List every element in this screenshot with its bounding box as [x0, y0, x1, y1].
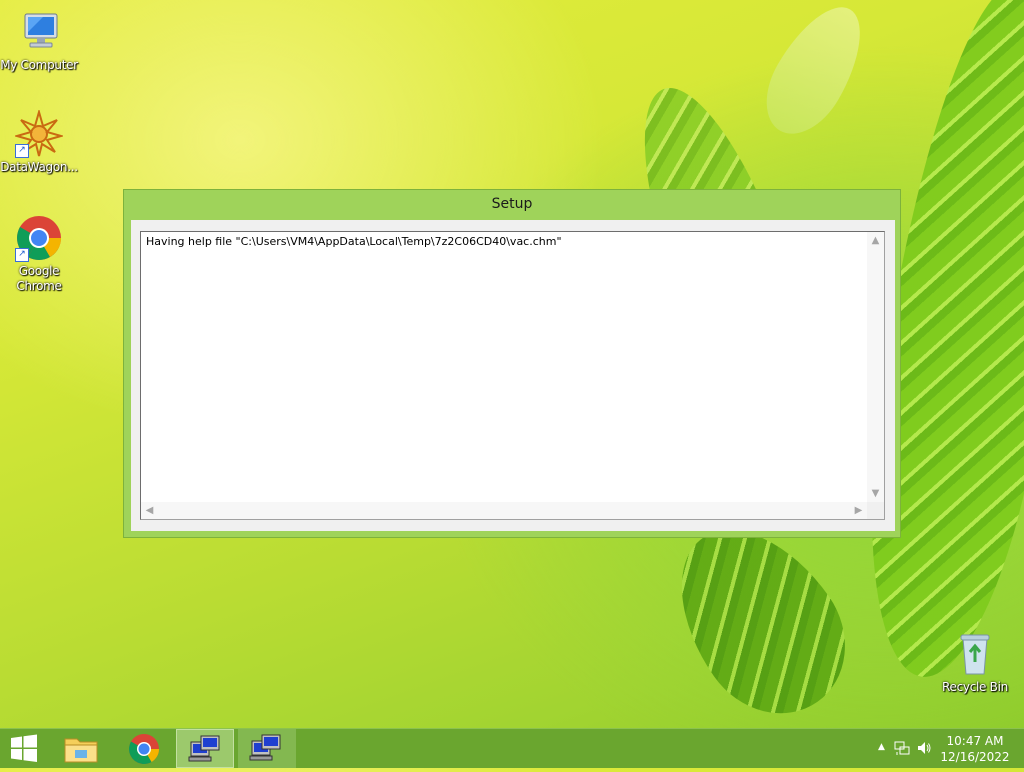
desktop-icon-recycle-bin[interactable]: Recycle Bin [936, 630, 1014, 695]
scroll-down-icon[interactable]: ▼ [867, 485, 884, 502]
taskbar-setup-app-1[interactable] [176, 729, 234, 768]
desktop-icon-label: Recycle Bin [942, 680, 1008, 694]
network-icon[interactable] [894, 740, 910, 756]
setup-window: Setup Having help file "C:\Users\VM4\App… [123, 189, 901, 538]
desktop-icon-label: DataWagon... [0, 160, 78, 174]
setup-log-textbox[interactable]: Having help file "C:\Users\VM4\AppData\L… [140, 231, 885, 520]
clock-time: 10:47 AM [946, 734, 1004, 748]
scrollbar-corner [867, 502, 884, 519]
taskbar-setup-app-2[interactable] [238, 729, 296, 768]
scroll-right-icon[interactable]: ▶ [850, 502, 867, 519]
window-content: Having help file "C:\Users\VM4\AppData\L… [131, 220, 895, 531]
desktop-icon-label: Google Chrome [16, 264, 62, 293]
taskbar-file-explorer[interactable] [57, 729, 105, 768]
vertical-scrollbar[interactable]: ▲ ▼ [867, 232, 884, 502]
desktop-icon-label: My Computer [0, 58, 78, 72]
scroll-left-icon[interactable]: ◀ [141, 502, 158, 519]
shortcut-arrow-icon: ↗ [15, 248, 29, 262]
recycle-bin-icon [951, 630, 999, 678]
volume-icon[interactable] [916, 740, 932, 756]
windows-logo-icon [11, 734, 37, 762]
desktop-icon-my-computer[interactable]: My Computer [0, 8, 78, 73]
log-line: Having help file "C:\Users\VM4\AppData\L… [146, 235, 562, 248]
computer-icon [15, 8, 63, 56]
clock-date: 12/16/2022 [940, 750, 1010, 764]
scroll-up-icon[interactable]: ▲ [867, 232, 884, 249]
chrome-icon [128, 734, 159, 765]
datawagon-icon: ↗ [13, 108, 65, 158]
window-title: Setup [491, 196, 533, 212]
system-tray: ▲ 10:47 AM 12/16/2022 [864, 729, 1024, 768]
horizontal-scrollbar[interactable]: ◀ ▶ [141, 502, 867, 519]
setup-computer-icon [188, 735, 220, 762]
taskbar-clock[interactable]: 10:47 AM 12/16/2022 [940, 733, 1010, 765]
taskbar: ▲ 10:47 AM 12/16/2022 [0, 728, 1024, 768]
start-button[interactable] [0, 729, 48, 768]
desktop-icon-datawagon[interactable]: ↗ DataWagon... [0, 108, 78, 175]
chrome-icon: ↗ [15, 214, 63, 262]
show-hidden-icons-icon[interactable]: ▲ [878, 742, 885, 752]
folder-icon [64, 738, 98, 763]
setup-computer-icon [249, 734, 281, 761]
taskbar-google-chrome[interactable] [120, 729, 168, 768]
desktop-icon-google-chrome[interactable]: ↗ Google Chrome [0, 214, 78, 294]
shortcut-arrow-icon: ↗ [15, 144, 29, 158]
wallpaper-leaf [749, 0, 881, 149]
